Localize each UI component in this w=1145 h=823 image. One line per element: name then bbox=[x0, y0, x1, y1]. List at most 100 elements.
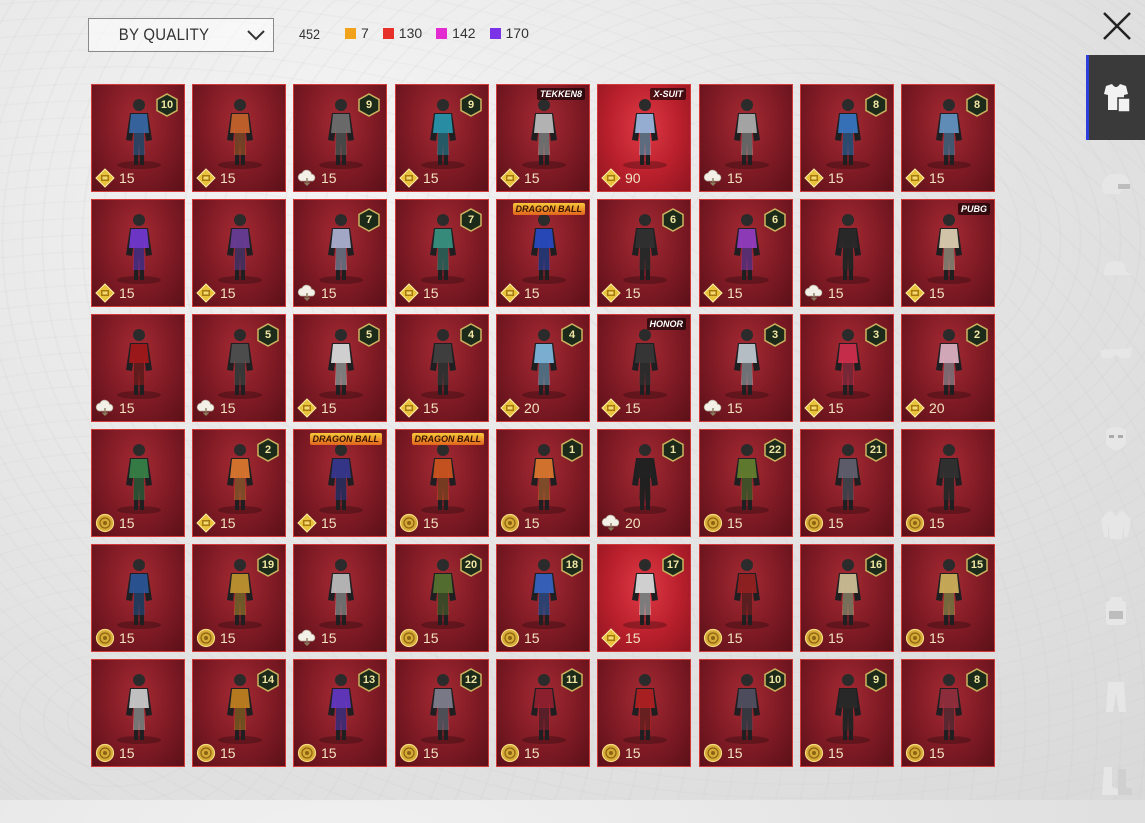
cost-value: 15 bbox=[321, 400, 337, 416]
outfit-card[interactable]: 15 bbox=[91, 429, 185, 537]
outfit-card[interactable]: 4 15 bbox=[395, 314, 489, 422]
sidebar-tab-goggles[interactable] bbox=[1086, 311, 1145, 396]
outfit-card[interactable]: 17 15 bbox=[597, 544, 691, 652]
sidebar-tab-backpack[interactable] bbox=[1086, 568, 1145, 653]
upgrade-cost: 15 bbox=[804, 513, 844, 533]
coin-icon bbox=[601, 398, 621, 418]
outfit-card[interactable]: DRAGON BALL 15 bbox=[395, 429, 489, 537]
outfit-card[interactable]: 22 15 bbox=[699, 429, 793, 537]
outfit-card[interactable]: 16 15 bbox=[800, 544, 894, 652]
sidebar-tab-cap[interactable] bbox=[1086, 226, 1145, 311]
outfit-card[interactable]: DRAGON BALL 15 bbox=[496, 199, 590, 307]
upgrade-cost: 15 bbox=[601, 283, 641, 303]
upgrade-cost: 15 bbox=[95, 628, 135, 648]
outfit-card[interactable]: 15 bbox=[699, 544, 793, 652]
level-value: 17 bbox=[666, 559, 680, 571]
sort-dropdown[interactable]: BY QUALITY bbox=[88, 18, 274, 52]
outfit-card[interactable]: 1 15 bbox=[496, 429, 590, 537]
outfit-card[interactable]: 7 15 bbox=[293, 199, 387, 307]
outfit-card[interactable]: 13 15 bbox=[293, 659, 387, 767]
cost-value: 15 bbox=[929, 515, 945, 531]
outfit-card[interactable]: DRAGON BALL 15 bbox=[293, 429, 387, 537]
rarity-color-swatch bbox=[345, 27, 356, 39]
sidebar-tab-pants[interactable] bbox=[1086, 653, 1145, 738]
collab-logo: HONOR bbox=[646, 318, 686, 330]
outfit-card[interactable]: 14 15 bbox=[192, 659, 286, 767]
outfit-card[interactable]: 18 15 bbox=[496, 544, 590, 652]
upgrade-cost: 15 bbox=[804, 628, 844, 648]
outfit-card[interactable]: 3 15 bbox=[699, 314, 793, 422]
outfit-card[interactable]: 9 15 bbox=[800, 659, 894, 767]
round-coin-icon bbox=[804, 628, 824, 648]
upgrade-cost: 15 bbox=[905, 168, 945, 188]
outfit-card[interactable]: 8 15 bbox=[901, 84, 995, 192]
outfit-card[interactable]: 15 bbox=[293, 544, 387, 652]
sidebar-tab-boots[interactable] bbox=[1086, 738, 1145, 823]
collab-logo: DRAGON BALL bbox=[512, 203, 585, 215]
coin-icon bbox=[399, 283, 419, 303]
cost-value: 15 bbox=[625, 400, 641, 416]
cost-value: 15 bbox=[727, 400, 743, 416]
outfit-card[interactable]: 12 15 bbox=[395, 659, 489, 767]
rarity-color-swatch bbox=[436, 27, 448, 39]
outfit-card[interactable]: 4 20 bbox=[496, 314, 590, 422]
outfit-card[interactable]: HONOR 15 bbox=[597, 314, 691, 422]
outfit-card[interactable]: 3 15 bbox=[800, 314, 894, 422]
cost-value: 15 bbox=[524, 515, 540, 531]
cost-value: 15 bbox=[828, 630, 844, 646]
collab-logo: TEKKEN8 bbox=[536, 88, 585, 100]
cost-value: 15 bbox=[321, 745, 337, 761]
outfit-card[interactable]: 5 15 bbox=[192, 314, 286, 422]
sidebar-tab-jacket[interactable] bbox=[1086, 482, 1145, 567]
level-badge: 2 bbox=[966, 323, 988, 347]
level-value: 2 bbox=[973, 329, 981, 341]
outfit-card[interactable]: 8 15 bbox=[800, 84, 894, 192]
cost-value: 15 bbox=[321, 170, 337, 186]
cost-value: 15 bbox=[220, 745, 236, 761]
outfit-card[interactable]: 20 15 bbox=[395, 544, 489, 652]
outfit-card[interactable]: 15 bbox=[91, 314, 185, 422]
collab-logo: DRAGON BALL bbox=[309, 433, 382, 445]
sidebar-tab-helmet[interactable] bbox=[1086, 141, 1145, 226]
outfit-card[interactable]: PUBG 15 bbox=[901, 199, 995, 307]
level-value: 10 bbox=[768, 674, 782, 686]
outfit-card[interactable]: 8 15 bbox=[901, 659, 995, 767]
outfit-card[interactable]: 15 bbox=[901, 429, 995, 537]
outfit-card[interactable]: 9 15 bbox=[395, 84, 489, 192]
close-button[interactable] bbox=[1097, 6, 1137, 46]
outfit-card[interactable]: 15 bbox=[800, 199, 894, 307]
outfit-card[interactable]: 15 bbox=[699, 84, 793, 192]
outfit-card[interactable]: 11 15 bbox=[496, 659, 590, 767]
outfit-card[interactable]: 15 bbox=[192, 84, 286, 192]
sidebar-tab-mask[interactable] bbox=[1086, 397, 1145, 482]
level-badge: 9 bbox=[865, 668, 887, 692]
outfit-card[interactable]: 15 bbox=[91, 659, 185, 767]
outfit-card[interactable]: 15 bbox=[91, 544, 185, 652]
sidebar-tab-outfit[interactable] bbox=[1086, 55, 1145, 140]
outfit-card[interactable]: 15 bbox=[597, 659, 691, 767]
outfit-card[interactable]: 15 bbox=[192, 199, 286, 307]
outfit-card[interactable]: X-SUIT 90 bbox=[597, 84, 691, 192]
outfit-card[interactable]: 10 15 bbox=[91, 84, 185, 192]
outfit-card[interactable]: TEKKEN8 15 bbox=[496, 84, 590, 192]
outfit-card[interactable]: 19 15 bbox=[192, 544, 286, 652]
outfit-card[interactable]: 2 15 bbox=[192, 429, 286, 537]
outfit-card[interactable]: 5 15 bbox=[293, 314, 387, 422]
upgrade-cost: 15 bbox=[703, 283, 743, 303]
outfit-card[interactable]: 10 15 bbox=[699, 659, 793, 767]
outfit-card[interactable]: 15 bbox=[91, 199, 185, 307]
outfit-card[interactable]: 6 15 bbox=[699, 199, 793, 307]
outfit-card[interactable]: 2 20 bbox=[901, 314, 995, 422]
cost-value: 15 bbox=[119, 630, 135, 646]
cost-value: 15 bbox=[828, 745, 844, 761]
outfit-card[interactable]: 1 20 bbox=[597, 429, 691, 537]
cost-value: 15 bbox=[929, 170, 945, 186]
outfit-card[interactable]: 7 15 bbox=[395, 199, 489, 307]
outfit-card[interactable]: 6 15 bbox=[597, 199, 691, 307]
outfit-card[interactable]: 21 15 bbox=[800, 429, 894, 537]
outfit-card[interactable]: 9 15 bbox=[293, 84, 387, 192]
level-value: 1 bbox=[669, 444, 677, 456]
outfit-card[interactable]: 15 15 bbox=[901, 544, 995, 652]
coin-icon bbox=[905, 168, 925, 188]
cost-value: 15 bbox=[220, 630, 236, 646]
